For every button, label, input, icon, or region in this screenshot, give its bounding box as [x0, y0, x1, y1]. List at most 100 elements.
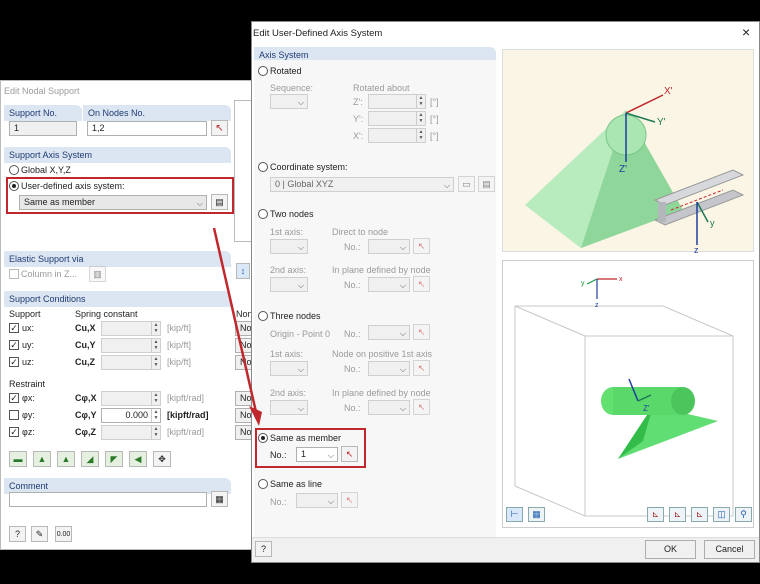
- two-first-pick-button[interactable]: ↖: [413, 238, 430, 254]
- support-spring-icon[interactable]: ◀: [129, 451, 147, 467]
- three-first-pick-button[interactable]: ↖: [413, 360, 430, 376]
- restraint-row: ✓ φx: Cφ,X ▲ ▼ [kipft/rad] Non: [1, 391, 257, 407]
- view-axes-button[interactable]: ⊢: [506, 507, 523, 522]
- view-y-icon: ⊾: [673, 509, 682, 519]
- view-iso-button[interactable]: ◫: [713, 507, 730, 522]
- zoom-button[interactable]: ⚲: [735, 507, 752, 522]
- units-button[interactable]: 0.00: [55, 526, 72, 542]
- rot-y-unit: [°]: [430, 114, 439, 124]
- three-nodes-radio[interactable]: [258, 311, 268, 321]
- edit-coord-button[interactable]: ▤: [478, 176, 495, 192]
- support-roller-icon[interactable]: ◢: [81, 451, 99, 467]
- two-second-axis-select[interactable]: ⌵: [270, 277, 308, 292]
- support-value-field[interactable]: ▲ ▼: [101, 338, 161, 353]
- ok-button[interactable]: OK: [645, 540, 696, 559]
- support-hinged-icon[interactable]: ▲: [33, 451, 51, 467]
- support-value-field[interactable]: ▲ ▼: [101, 355, 161, 370]
- new-coord-button[interactable]: ▭: [458, 176, 475, 192]
- sequence-select[interactable]: ⌵: [270, 94, 308, 109]
- support-fixed-icon[interactable]: ▲: [57, 451, 75, 467]
- spinner-icon[interactable]: ▲ ▼: [151, 392, 160, 405]
- two-first-axis-select[interactable]: ⌵: [270, 239, 308, 254]
- view-x-button[interactable]: ⊾: [647, 507, 664, 522]
- column-settings-button[interactable]: ▥: [89, 266, 106, 282]
- restraint-constant: Cφ,Y: [75, 410, 97, 420]
- restraint-value-field[interactable]: 0.000 ▲ ▼: [101, 408, 161, 423]
- origin-pick-button[interactable]: ↖: [413, 324, 430, 340]
- spinner-icon[interactable]: ▲ ▼: [151, 339, 160, 352]
- on-nodes-field[interactable]: 1,2: [87, 121, 207, 136]
- support-checkbox[interactable]: ✓: [9, 357, 19, 367]
- side-axis-button[interactable]: ↕: [236, 263, 250, 279]
- global-xyz-radio[interactable]: [9, 165, 19, 175]
- restraint-checkbox[interactable]: ✓: [9, 427, 19, 437]
- comment-library-button[interactable]: ▦: [211, 491, 228, 507]
- preview-x-label: X': [664, 86, 673, 97]
- three-second-axis-select[interactable]: ⌵: [270, 400, 308, 415]
- restraint-value-field[interactable]: ▲ ▼: [101, 425, 161, 440]
- spinner-icon[interactable]: ▲ ▼: [151, 322, 160, 335]
- three-first-axis-select[interactable]: ⌵: [270, 361, 308, 376]
- three-second-pick-button[interactable]: ↖: [413, 399, 430, 415]
- support-sliding-icon[interactable]: ◤: [105, 451, 123, 467]
- two-direct-node-label: Direct to node: [332, 227, 389, 237]
- spinner-icon[interactable]: ▲ ▼: [151, 426, 160, 439]
- restraint-value-field[interactable]: ▲ ▼: [101, 391, 161, 406]
- chevron-down-icon: ⌵: [443, 181, 450, 190]
- cancel-button[interactable]: Cancel: [704, 540, 755, 559]
- support-custom-icon[interactable]: ✥: [153, 451, 171, 467]
- rot-z-field[interactable]: ▲ ▼: [368, 94, 426, 109]
- preview-illustration: X' Y' Z' y z: [525, 86, 745, 255]
- support-row: ✓ uz: Cu,Z ▲ ▼ [kip/ft] Non: [1, 355, 257, 371]
- column-checkbox[interactable]: [9, 269, 19, 279]
- axis-help-button[interactable]: ?: [255, 541, 272, 557]
- comment-field[interactable]: [9, 492, 207, 507]
- chevron-down-icon: ⌵: [399, 365, 406, 374]
- support-no-header: Support No.: [4, 105, 82, 121]
- two-second-no-label: No.:: [344, 280, 361, 290]
- help-button[interactable]: ?: [9, 526, 26, 542]
- origin-no-select[interactable]: ⌵: [368, 325, 410, 340]
- edit-icon: ▤: [482, 178, 491, 189]
- line-no-select[interactable]: ⌵: [296, 493, 338, 508]
- spinner-icon[interactable]: ▲ ▼: [416, 112, 425, 125]
- three-second-no-label: No.:: [344, 403, 361, 413]
- view-render-button[interactable]: ▦: [528, 507, 545, 522]
- spinner-icon[interactable]: ▲ ▼: [416, 129, 425, 142]
- three-nodes-label: Three nodes: [270, 311, 321, 321]
- support-value-field[interactable]: ▲ ▼: [101, 321, 161, 336]
- two-first-no-select[interactable]: ⌵: [368, 239, 410, 254]
- render-icon: ▦: [532, 509, 541, 519]
- coord-system-radio[interactable]: [258, 162, 268, 172]
- pick-nodes-button[interactable]: ↖: [211, 120, 228, 136]
- rotated-radio[interactable]: [258, 66, 268, 76]
- chevron-down-icon: ⌵: [399, 243, 406, 252]
- three-first-no-select[interactable]: ⌵: [368, 361, 410, 376]
- rot-y-field[interactable]: ▲ ▼: [368, 111, 426, 126]
- two-nodes-radio[interactable]: [258, 209, 268, 219]
- rotated-about-label: Rotated about: [353, 83, 410, 93]
- same-line-radio[interactable]: [258, 479, 268, 489]
- spinner-icon[interactable]: ▲ ▼: [151, 356, 160, 369]
- close-icon[interactable]: ×: [742, 24, 750, 40]
- spinner-icon[interactable]: ▲ ▼: [151, 409, 160, 422]
- restraint-checkbox[interactable]: [9, 410, 19, 420]
- two-second-no-select[interactable]: ⌵: [368, 277, 410, 292]
- restraint-checkbox[interactable]: ✓: [9, 393, 19, 403]
- rot-x-field[interactable]: ▲ ▼: [368, 128, 426, 143]
- spinner-icon[interactable]: ▲ ▼: [416, 95, 425, 108]
- support-unit: [kip/ft]: [167, 340, 192, 350]
- on-nodes-header: On Nodes No.: [83, 105, 231, 121]
- line-pick-button[interactable]: ↖: [341, 492, 358, 508]
- coord-system-select[interactable]: 0 | Global XYZ ⌵: [270, 177, 454, 192]
- two-second-pick-button[interactable]: ↖: [413, 276, 430, 292]
- support-label: ux:: [22, 323, 35, 333]
- three-second-no-select[interactable]: ⌵: [368, 400, 410, 415]
- view-y-button[interactable]: ⊾: [669, 507, 686, 522]
- view-z-button[interactable]: ⊾: [691, 507, 708, 522]
- support-free-icon[interactable]: ▬: [9, 451, 27, 467]
- support-checkbox[interactable]: ✓: [9, 340, 19, 350]
- edit-button[interactable]: ✎: [31, 526, 48, 542]
- support-checkbox[interactable]: ✓: [9, 323, 19, 333]
- support-no-field[interactable]: 1: [9, 121, 77, 136]
